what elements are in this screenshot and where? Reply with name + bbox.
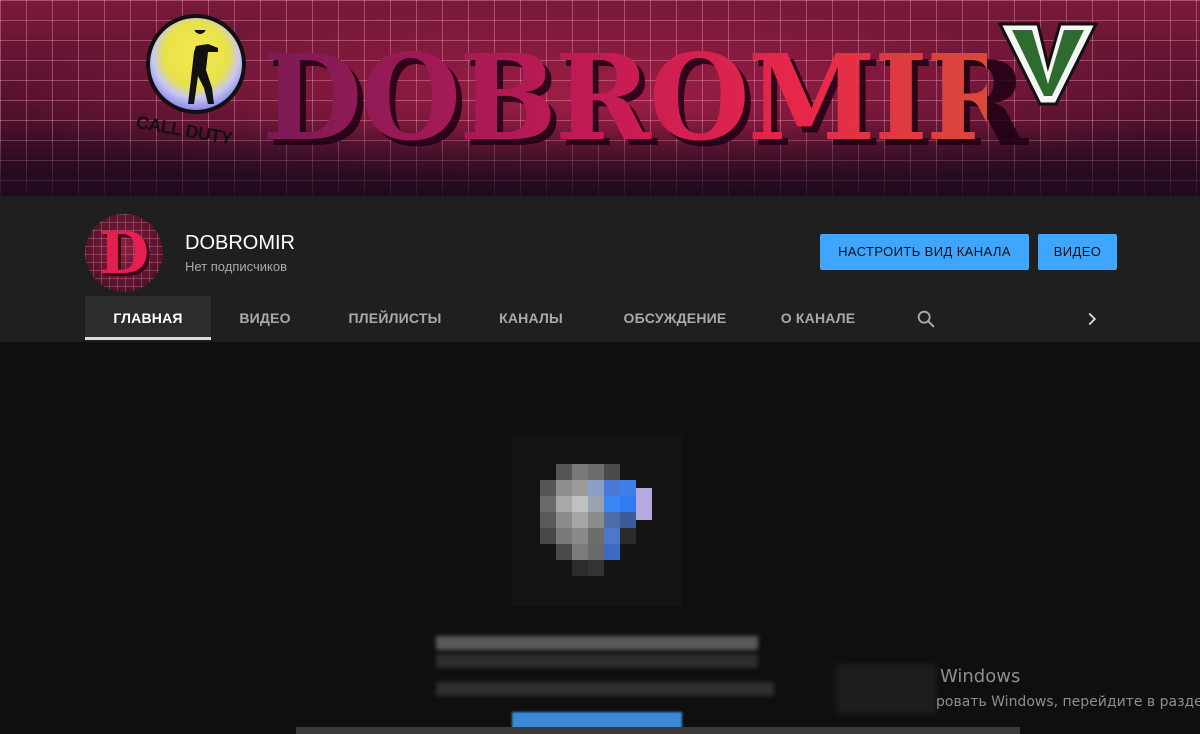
watermark-subtitle: ровать Windows, перейдите в раздел "П [936,694,1200,710]
channel-main-content: Windows ровать Windows, перейдите в разд… [0,342,1200,734]
channel-name: DOBROMIR [185,232,295,254]
chevron-right-icon[interactable] [1081,308,1103,330]
empty-state-title-placeholder-2 [436,654,758,668]
gta-v-logo [998,22,1098,106]
tab-about[interactable]: О КАНАЛЕ [759,296,877,340]
horizontal-scrollbar[interactable] [296,727,1020,734]
channel-header: D DOBROMIR Нет подписчиков НАСТРОИТЬ ВИД… [0,196,1200,342]
manage-videos-button[interactable]: ВИДЕО [1038,234,1117,270]
tab-channels[interactable]: КАНАЛЫ [471,296,591,340]
empty-state-title-placeholder [436,636,758,650]
customize-channel-button[interactable]: НАСТРОИТЬ ВИД КАНАЛА [820,234,1029,270]
watermark-blur [836,664,936,714]
search-icon[interactable] [915,308,937,330]
avatar-letter: D [98,219,150,287]
windows-activation-watermark: Windows ровать Windows, перейдите в разд… [836,664,1200,724]
tab-home[interactable]: ГЛАВНАЯ [85,296,211,340]
channel-avatar[interactable]: D [85,214,163,292]
channel-tabs: ГЛАВНАЯ ВИДЕО ПЛЕЙЛИСТЫ КАНАЛЫ ОБСУЖДЕНИ… [85,296,1115,340]
banner-title: DOBROMIR [262,28,1022,167]
subscriber-count: Нет подписчиков [185,259,287,274]
call-of-duty-logo [146,14,246,114]
channel-banner: CALL DUTY DOBROMIR DOBROMIR [0,0,1200,196]
tab-discussion[interactable]: ОБСУЖДЕНИЕ [591,296,759,340]
tab-videos[interactable]: ВИДЕО [211,296,319,340]
empty-state-description-placeholder [436,682,774,696]
tab-playlists[interactable]: ПЛЕЙЛИСТЫ [319,296,471,340]
watermark-title: Windows [940,666,1021,687]
soldier-icon [188,30,218,104]
empty-channel-illustration [512,436,682,606]
